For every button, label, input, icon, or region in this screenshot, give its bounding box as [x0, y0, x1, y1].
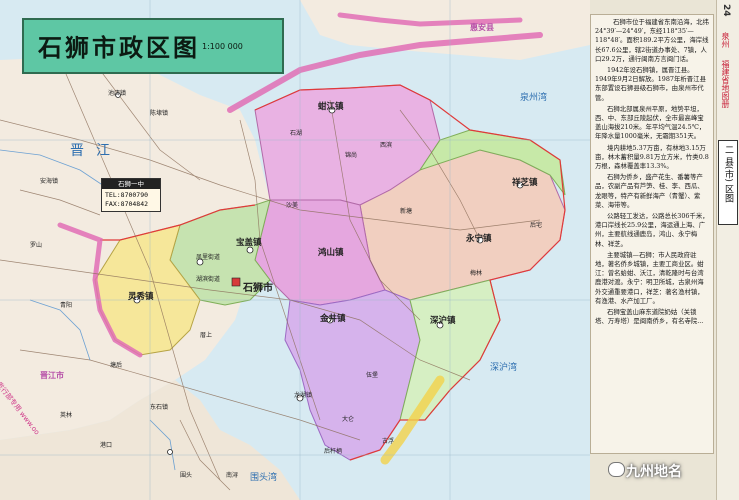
contact-heading: 石狮一中 [102, 179, 160, 189]
place-label: 石狮市 [243, 283, 273, 294]
place-label: 鸿山镇 [318, 248, 344, 258]
place-label: 祥芝镇 [512, 178, 538, 188]
description-paragraph: 1942年设石狮镇，属晋江县。1949年9月2日解放。1987年析晋江县东部置设… [595, 66, 706, 102]
place-label: 深沪镇 [430, 316, 456, 326]
place-label: 金井镇 [320, 314, 346, 324]
place-label: 宝盖镇 [236, 238, 262, 248]
place-label: 安海镇 [40, 178, 59, 185]
place-label: 青阳 [60, 302, 73, 309]
sea-label: 泉州湾 [520, 93, 548, 103]
sea-label: 深沪湾 [490, 363, 518, 373]
description-paragraph: 境内耕地5.37万亩，有林地3.15万亩，林木蓄积量9.81万立方米，竹类0.8… [595, 143, 709, 171]
map-scale: 1:100 000 [202, 42, 243, 51]
county-label: 晋江市 [40, 371, 64, 380]
place-label: 罗山 [30, 242, 43, 249]
place-label: 沙美 [286, 202, 299, 209]
place-label: 永宁镇 [466, 234, 492, 244]
place-label: 古浮 [382, 438, 395, 445]
river-label: 晋江 [70, 143, 122, 159]
map-title: 石狮市政区图 [38, 33, 200, 62]
section-tag-text: 二 县(市) 区图 [723, 145, 733, 203]
place-label: 英林 [60, 412, 73, 419]
place-label: 后杆柄 [324, 448, 343, 455]
description-paragraph: 石狮北部属泉州平原，地势平坦，西、中、东部丘陵起伏，全市最高峰宝盖山海拔210米… [595, 104, 706, 141]
place-label: 后宅 [530, 222, 543, 229]
place-label: 新塘 [400, 208, 413, 215]
description-paragraph: 石狮市位于福建省东南沿海，北纬24°39′—24°49′，东经118°35′—1… [595, 18, 709, 63]
sea-label: 围头湾 [250, 473, 278, 483]
place-label: 陈埭镇 [150, 110, 169, 117]
place-label: 石湖 [290, 130, 303, 137]
description-panel: 石狮市位于福建省东南沿海，北纬24°39′—24°49′，东经118°35′—1… [590, 14, 714, 454]
description-paragraph: 主要城镇—石狮：市人民政府驻地，著名侨乡城镇，主要工商业区。蚶江：曾名蛤蚶、沃江… [595, 250, 704, 305]
county-label: 惠安县 [470, 23, 494, 32]
map-title-box: 石狮市政区图 1:100 000 [22, 18, 284, 74]
strip-region: 泉州 [721, 32, 730, 48]
place-label: 湖滨街道 [196, 276, 221, 283]
description-paragraph: 公路轻工发达，公路总长306千米，港口岸线长25.9公里，海运通上海、广州，主要… [595, 212, 709, 248]
place-label: 锦尚 [345, 152, 358, 159]
place-label: 蚶江镇 [318, 102, 344, 112]
map-page: { "title": "石狮市政区图", "scale": "1:100 000… [0, 0, 739, 500]
watermark: 九州地名 [606, 455, 716, 485]
place-label: 池店镇 [108, 90, 127, 97]
place-label: 凤里街道 [196, 254, 221, 261]
place-label: 梅林 [470, 270, 483, 277]
page-strip: 24 泉州 福建省地图册 二 县(市) 区图 [716, 0, 739, 500]
place-label: 塘后 [110, 362, 123, 369]
place-label: 灵秀镇 [128, 292, 154, 302]
contact-box: 石狮一中 TEL:8700790 FAX:8704842 [101, 178, 161, 212]
page-number: 24 [721, 4, 731, 17]
description-paragraph: 石狮为侨乡，盛产花生、番薯等产品，农副产品有芦笋、桂、李、西瓜、龙眼等，特产有新… [595, 173, 704, 209]
place-label: 西滨 [380, 142, 393, 149]
description-paragraph: 石狮宝盖山麻东道院奶姑（关锁塔、万寿塔）是闽南侨乡，有名寺院... [595, 308, 704, 326]
place-label: 伍堡 [366, 372, 379, 379]
place-label: 港口 [100, 442, 113, 449]
contact-fax: FAX:8704842 [105, 200, 149, 208]
strip-book: 福建省地图册 [721, 60, 730, 108]
place-label: 东石镇 [150, 404, 169, 411]
place-label: 大仑 [342, 416, 355, 423]
watermark-text: 九州地名 [626, 464, 682, 480]
place-label: 南浔 [226, 472, 239, 479]
place-label: 围头 [180, 472, 193, 479]
section-tag: 二 县(市) 区图 [718, 140, 738, 225]
chat-bubble-icon [608, 462, 625, 477]
place-label: 厝上 [200, 332, 213, 339]
place-label: 龙湖镇 [294, 392, 313, 399]
contact-tel: TEL:8700790 [105, 191, 149, 199]
